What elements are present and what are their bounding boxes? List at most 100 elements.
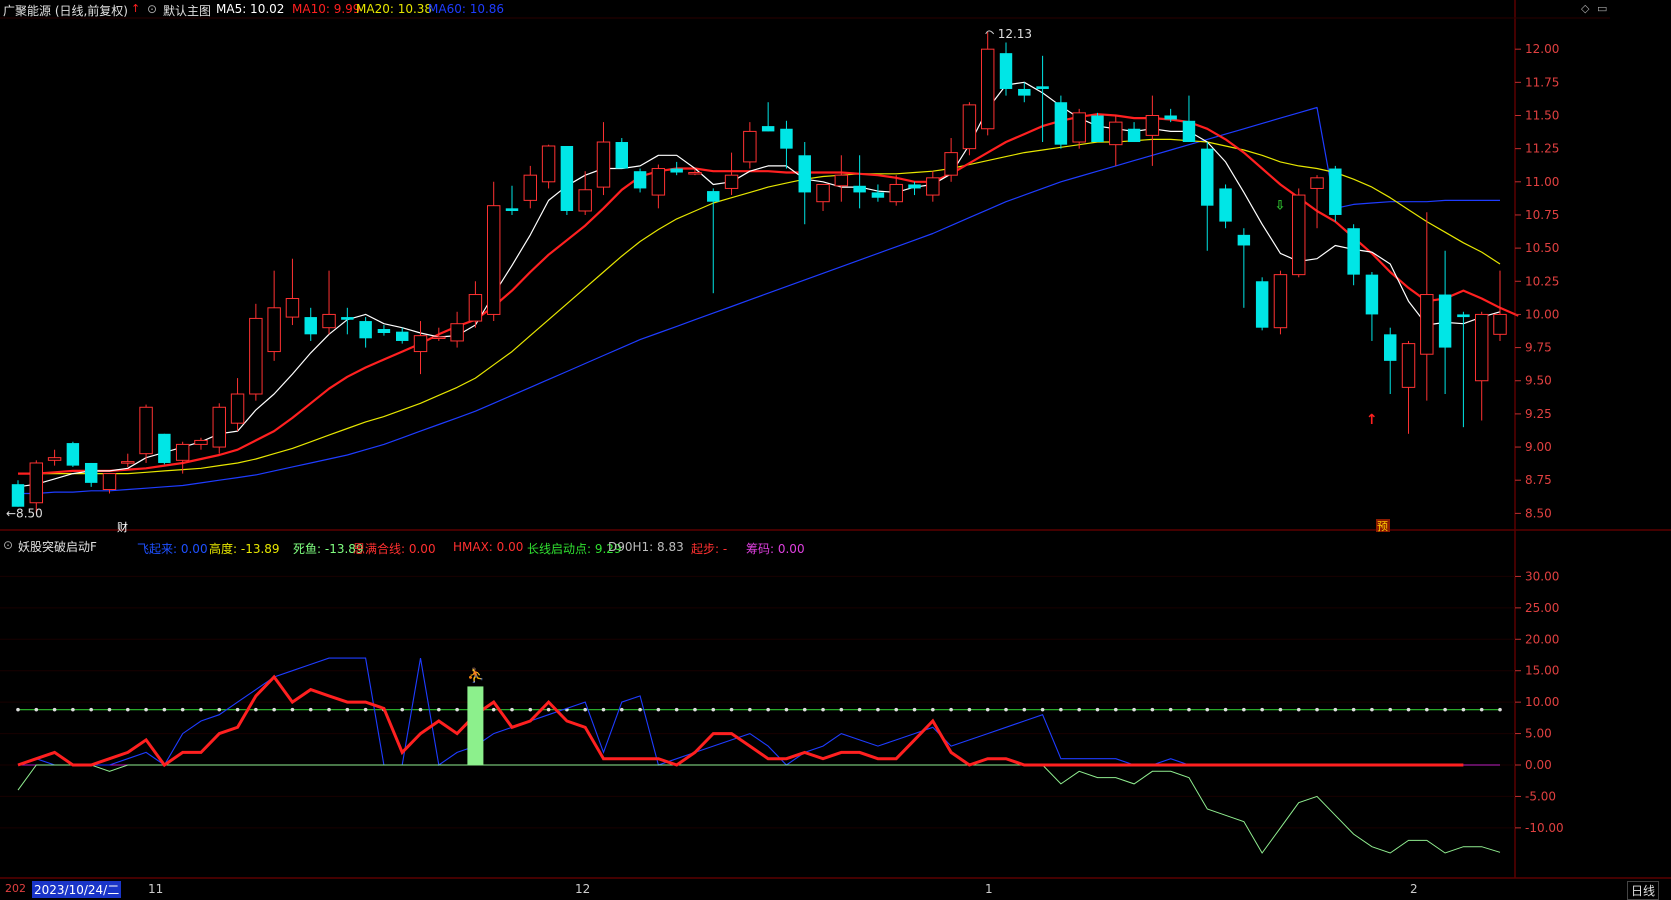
candle-body <box>1420 294 1434 355</box>
candle-body <box>999 53 1013 89</box>
level-dot <box>693 707 697 712</box>
candle-body <box>578 189 592 212</box>
candle-body <box>780 128 793 149</box>
level-dot <box>290 707 295 712</box>
level-dot <box>125 707 130 712</box>
level-dot <box>89 707 93 712</box>
ma20-readout: MA20: 10.38 <box>356 2 433 16</box>
candle-body <box>396 331 409 341</box>
diamond-icon[interactable]: ◇ <box>1581 2 1589 15</box>
level-dot <box>144 707 148 712</box>
indicator-value-7: 起步: - <box>691 542 728 556</box>
price-tick-label: 9.25 <box>1525 407 1552 421</box>
main-chart-label[interactable]: 默认主图 <box>163 2 211 19</box>
candle-body <box>962 104 977 150</box>
level-dot <box>1040 707 1045 712</box>
candle-body <box>889 183 903 203</box>
candle-body <box>285 298 300 318</box>
candle-body <box>1347 228 1360 275</box>
candle-body <box>1145 114 1160 136</box>
level-dot <box>748 707 752 712</box>
date-year-stub: 202 <box>5 882 26 895</box>
level-dot <box>107 707 112 712</box>
level-dot <box>1059 707 1063 712</box>
candle-body <box>1255 281 1269 328</box>
level-dot <box>766 707 770 712</box>
indicator-tick-label: 20.00 <box>1525 632 1559 646</box>
indicator-name[interactable]: 妖股突破启动F <box>18 538 97 555</box>
candle-body <box>1164 115 1177 120</box>
price-tick-label: 9.75 <box>1525 341 1552 355</box>
period-button[interactable]: 日线 <box>1627 881 1660 900</box>
chart-canvas[interactable]: 12.00 11.75 11.50 11.25 11.00 10.75 10.50 10.25… <box>0 0 1671 898</box>
expand-icon[interactable]: ▭ <box>1597 2 1607 15</box>
price-tick-label: 10.00 <box>1525 307 1559 321</box>
price-tick-label: 10.75 <box>1525 208 1559 222</box>
candle-body <box>944 152 958 176</box>
level-dot <box>1132 707 1136 712</box>
indicator-value-1: 高度: -13.89 <box>209 542 280 556</box>
level-dot <box>967 707 972 712</box>
toggle-circle-icon[interactable]: ⊙ <box>147 2 157 16</box>
level-dot <box>1406 707 1411 712</box>
indicator-value-0: 飞起来: 0.00 <box>137 542 208 556</box>
low-price-label: ←8.50 <box>6 506 43 520</box>
candle-body <box>1237 234 1251 246</box>
high-price-label: 12.13 <box>998 27 1032 41</box>
indicator-tick-label: 30.00 <box>1525 569 1559 583</box>
indicator-value-8: 筹码: 0.00 <box>746 542 805 556</box>
chevron-down-icon[interactable]: ⊙ <box>3 538 13 552</box>
runner-icon: ⛹ <box>467 666 484 684</box>
level-dot <box>912 707 917 712</box>
level-dot <box>601 707 606 712</box>
stock-title[interactable]: 广聚能源 (日线,前复权) <box>3 2 128 19</box>
level-dot <box>254 707 258 712</box>
candle-body <box>341 317 354 320</box>
sell-arrow-icon: ⇩ <box>1274 199 1285 214</box>
finance-marker: 财 <box>117 520 128 534</box>
candle-body <box>1127 128 1141 143</box>
level-dot <box>1113 707 1118 712</box>
candle-body <box>1072 112 1086 143</box>
candle-body <box>651 168 666 196</box>
level-dot <box>1077 707 1081 712</box>
candle-body <box>29 462 44 504</box>
level-dot <box>876 707 880 712</box>
candle-body <box>1182 120 1196 143</box>
level-dot <box>546 707 551 712</box>
candle-body <box>359 321 372 339</box>
candle-body <box>102 473 117 490</box>
candle-body <box>761 126 775 132</box>
level-dot <box>1498 707 1502 712</box>
candle-body <box>1201 148 1214 206</box>
level-dot <box>1260 707 1264 712</box>
candle-body <box>84 462 98 483</box>
level-dot <box>1205 707 1210 712</box>
candle-body <box>980 48 995 130</box>
candle-body <box>1438 294 1452 348</box>
forecast-marker: 预 <box>1377 520 1388 533</box>
indicator-tick-label: -5.00 <box>1525 789 1556 803</box>
candle-body <box>1384 334 1397 361</box>
candle-body <box>322 313 336 329</box>
month-label-nov: 11 <box>148 882 164 896</box>
level-dot <box>180 707 185 712</box>
price-tick-label: 10.25 <box>1525 274 1559 288</box>
price-tick-label: 8.75 <box>1525 473 1552 487</box>
candle-body <box>66 443 80 466</box>
level-dot <box>34 707 39 712</box>
candle-body <box>194 439 208 445</box>
candle-body <box>505 208 519 211</box>
candle-body <box>249 317 263 395</box>
level-dot <box>528 707 533 712</box>
level-dot <box>272 707 276 712</box>
price-tick-label: 9.00 <box>1525 440 1552 454</box>
indicator-tick-label: -10.00 <box>1525 821 1564 835</box>
level-dot <box>1333 707 1338 712</box>
level-dot <box>1187 707 1191 712</box>
level-dot <box>437 707 441 712</box>
level-dot <box>839 707 844 712</box>
main-chart-header: 广聚能源 (日线,前复权) ↑ ⊙ 默认主图 MA5: 10.02 MA10: … <box>0 0 1610 18</box>
level-dot <box>199 707 203 712</box>
candle-body <box>816 183 830 203</box>
